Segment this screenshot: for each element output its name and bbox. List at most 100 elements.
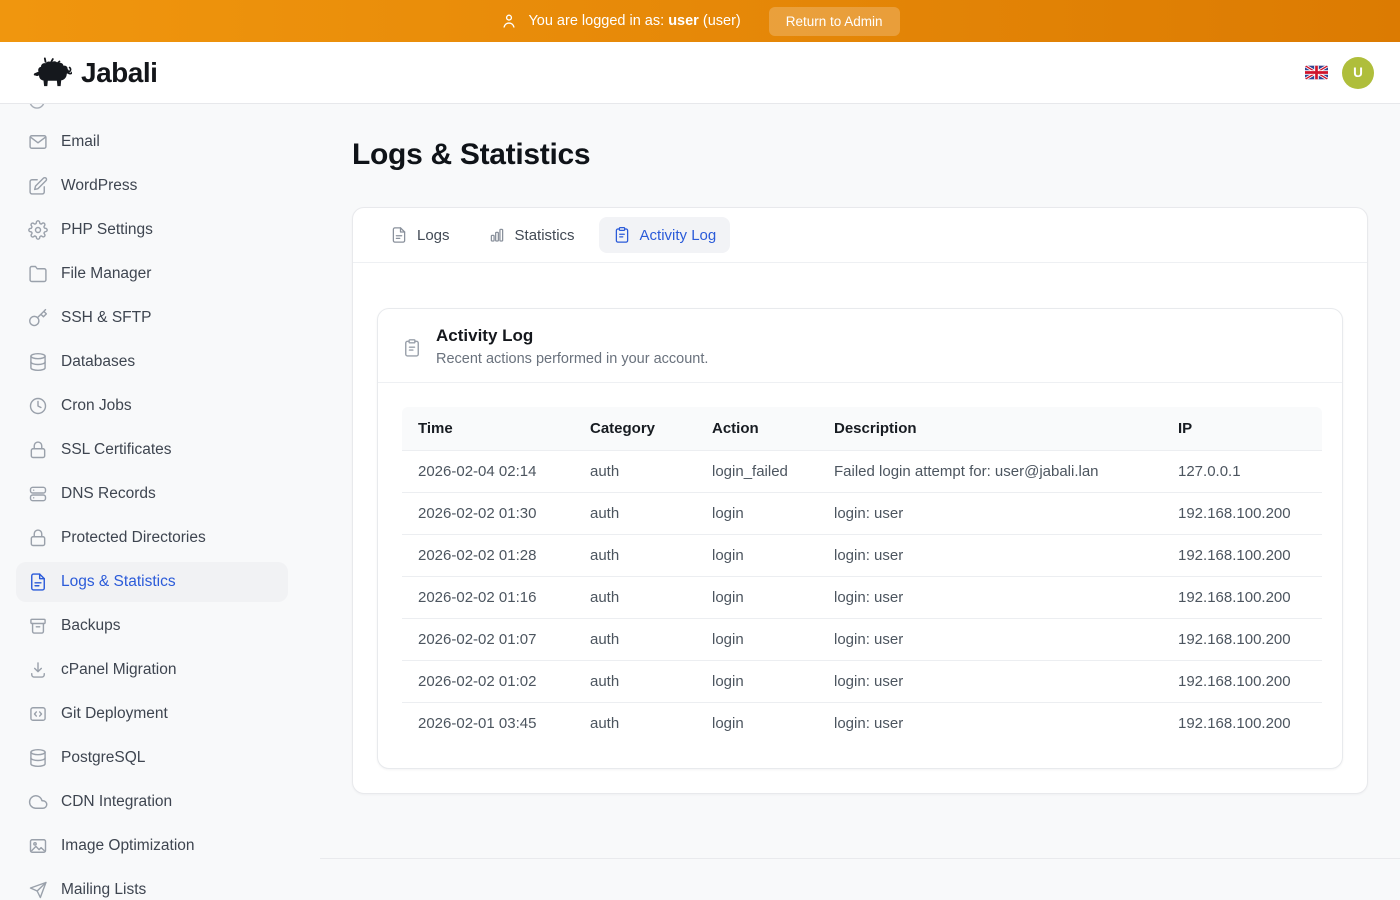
sidebar-item-file-manager[interactable]: File Manager — [16, 254, 288, 294]
boar-icon — [26, 55, 72, 91]
user-icon — [500, 12, 518, 30]
sidebar-item-ssl-certificates[interactable]: SSL Certificates — [16, 430, 288, 470]
sidebar-item-git-deployment[interactable]: Git Deployment — [16, 694, 288, 734]
lock-icon — [28, 528, 48, 548]
page-title: Logs & Statistics — [352, 138, 1368, 172]
uk-flag-icon[interactable] — [1305, 65, 1328, 80]
tab-label: Logs — [417, 227, 450, 244]
cell-action: login — [696, 619, 818, 661]
table-row: 2026-02-02 01:16authloginlogin: user192.… — [402, 577, 1322, 619]
cell-ip: 192.168.100.200 — [1162, 493, 1322, 535]
cell-category: auth — [574, 661, 696, 703]
sidebar-item-databases[interactable]: Databases — [16, 342, 288, 382]
edit-icon — [28, 176, 48, 196]
lock-icon — [28, 440, 48, 460]
sidebar-item-cron-jobs[interactable]: Cron Jobs — [16, 386, 288, 426]
image-icon — [28, 836, 48, 856]
sidebar-item-logs-statistics[interactable]: Logs & Statistics — [16, 562, 288, 602]
cell-action: login — [696, 535, 818, 577]
globe-icon — [27, 104, 47, 111]
card-title: Activity Log — [436, 326, 708, 346]
cell-time: 2026-02-02 01:16 — [402, 577, 574, 619]
activity-log-card-titles: Activity Log Recent actions performed in… — [436, 326, 708, 367]
column-header-description: Description — [818, 407, 1162, 451]
sidebar-item-label: Backups — [61, 617, 120, 635]
login-role: (user) — [703, 13, 741, 29]
sidebar-item-label: DNS Records — [61, 485, 156, 503]
cell-time: 2026-02-04 02:14 — [402, 451, 574, 493]
brand-name: Jabali — [81, 57, 157, 89]
cell-time: 2026-02-02 01:02 — [402, 661, 574, 703]
sidebar-item-backups[interactable]: Backups — [16, 606, 288, 646]
sidebar-item-label: Image Optimization — [61, 837, 195, 855]
return-to-admin-button[interactable]: Return to Admin — [769, 7, 900, 36]
logs-statistics-card: Logs Statistics Activity Log Activity Log … — [352, 207, 1368, 794]
sidebar-item-label: Cron Jobs — [61, 397, 132, 415]
sidebar-item-postgresql[interactable]: PostgreSQL — [16, 738, 288, 778]
cell-description: Failed login attempt for: user@jabali.la… — [818, 451, 1162, 493]
cell-category: auth — [574, 535, 696, 577]
tab-logs[interactable]: Logs — [376, 217, 464, 253]
cell-description: login: user — [818, 535, 1162, 577]
database-icon — [28, 352, 48, 372]
sidebar-item-protected-directories[interactable]: Protected Directories — [16, 518, 288, 558]
sidebar: EmailWordPress PHP Settings File Manager SS… — [0, 104, 320, 900]
cell-category: auth — [574, 703, 696, 745]
sidebar-item-label: SSL Certificates — [61, 441, 172, 459]
clipboard-icon — [613, 226, 631, 244]
column-header-ip: IP — [1162, 407, 1322, 451]
cell-category: auth — [574, 451, 696, 493]
cell-ip: 192.168.100.200 — [1162, 577, 1322, 619]
archive-icon — [28, 616, 48, 636]
activity-table-body: 2026-02-04 02:14authlogin_failedFailed l… — [402, 451, 1322, 745]
sidebar-item-label: cPanel Migration — [61, 661, 176, 679]
sidebar-item-label: Git Deployment — [61, 705, 168, 723]
cell-category: auth — [574, 619, 696, 661]
sidebar-item-image-optimization[interactable]: Image Optimization — [16, 826, 288, 866]
layout: EmailWordPress PHP Settings File Manager SS… — [0, 104, 1400, 900]
tab-panel: Activity Log Recent actions performed in… — [353, 263, 1367, 793]
brand[interactable]: Jabali — [26, 55, 157, 91]
column-header-category: Category — [574, 407, 696, 451]
database-icon — [28, 748, 48, 768]
tab-label: Activity Log — [640, 227, 717, 244]
sidebar-item-cpanel-migration[interactable]: cPanel Migration — [16, 650, 288, 690]
table-row: 2026-02-01 03:45authloginlogin: user192.… — [402, 703, 1322, 745]
mail-icon — [28, 132, 48, 152]
column-header-time: Time — [402, 407, 574, 451]
sidebar-item-label: Databases — [61, 353, 135, 371]
sidebar-item-mailing-lists[interactable]: Mailing Lists — [16, 870, 288, 900]
activity-table-head: TimeCategoryActionDescriptionIP — [402, 407, 1322, 451]
clock-icon — [28, 396, 48, 416]
sidebar-item-email[interactable]: Email — [16, 122, 288, 162]
tab-activity-log[interactable]: Activity Log — [599, 217, 731, 253]
server-icon — [28, 484, 48, 504]
activity-log-table-wrap: TimeCategoryActionDescriptionIP 2026-02-… — [378, 383, 1342, 768]
login-prefix: You are logged in as: — [528, 13, 664, 29]
bar-chart-icon — [488, 226, 506, 244]
sidebar-item-wordpress[interactable]: WordPress — [16, 166, 288, 206]
table-row: 2026-02-02 01:07authloginlogin: user192.… — [402, 619, 1322, 661]
cell-time: 2026-02-02 01:30 — [402, 493, 574, 535]
activity-table: TimeCategoryActionDescriptionIP 2026-02-… — [402, 407, 1322, 744]
main-content: Logs & Statistics Logs Statistics Activity… — [320, 104, 1400, 900]
file-text-icon — [28, 572, 48, 592]
sidebar-item-label: PHP Settings — [61, 221, 153, 239]
footer-divider — [320, 858, 1400, 859]
user-avatar[interactable]: U — [1342, 57, 1374, 89]
sidebar-item-cdn-integration[interactable]: CDN Integration — [16, 782, 288, 822]
sidebar-item-ssh-sftp[interactable]: SSH & SFTP — [16, 298, 288, 338]
cell-ip: 192.168.100.200 — [1162, 535, 1322, 577]
cell-action: login — [696, 493, 818, 535]
tab-statistics[interactable]: Statistics — [474, 217, 589, 253]
sidebar-item-php-settings[interactable]: PHP Settings — [16, 210, 288, 250]
download-icon — [28, 660, 48, 680]
cloud-icon — [28, 792, 48, 812]
sidebar-item-dns-records[interactable]: DNS Records — [16, 474, 288, 514]
cell-ip: 192.168.100.200 — [1162, 619, 1322, 661]
cell-description: login: user — [818, 703, 1162, 745]
cell-description: login: user — [818, 577, 1162, 619]
sidebar-item-label: SSH & SFTP — [61, 309, 151, 327]
cell-ip: 127.0.0.1 — [1162, 451, 1322, 493]
sidebar-item-label: PostgreSQL — [61, 749, 145, 767]
